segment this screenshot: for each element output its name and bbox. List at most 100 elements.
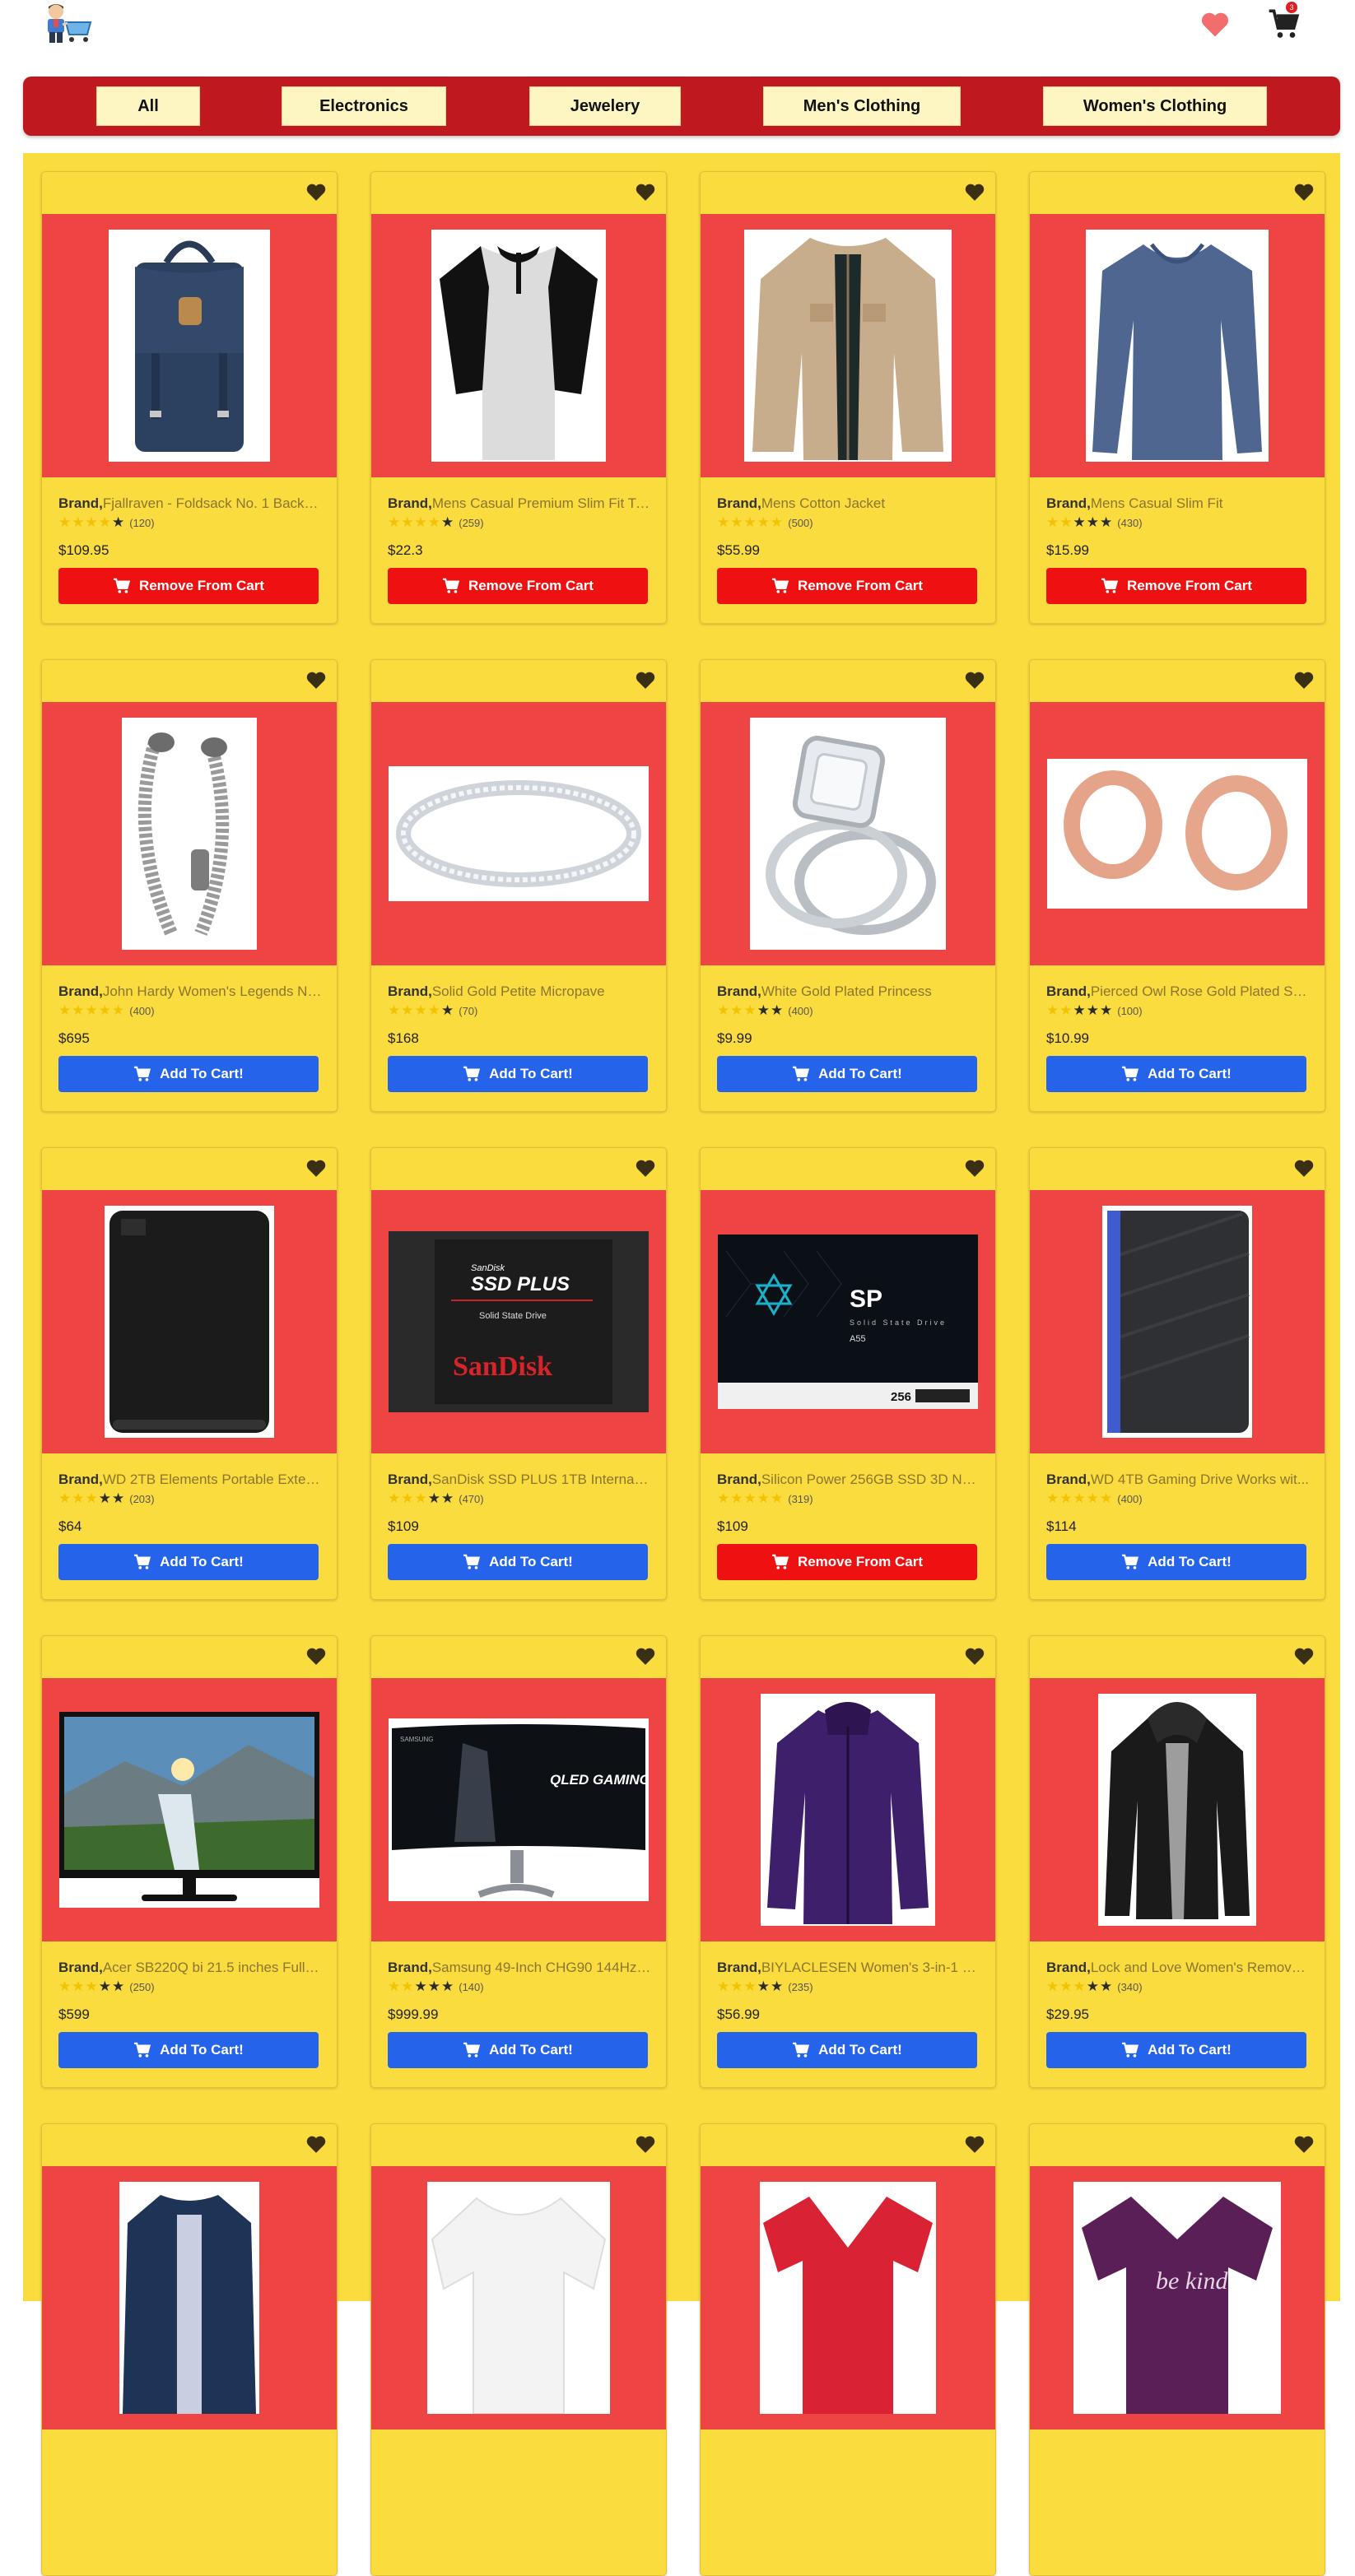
product-brand: Brand, bbox=[58, 495, 103, 511]
favorite-heart-icon[interactable] bbox=[305, 670, 327, 690]
store-logo[interactable] bbox=[41, 2, 95, 48]
purple-jacket-image[interactable] bbox=[761, 1694, 935, 1926]
product-title[interactable]: Brand,WD 2TB Elements Portable Extern... bbox=[58, 1472, 322, 1488]
blue-rain-jacket-image[interactable] bbox=[119, 2182, 259, 2414]
category-electronics-button[interactable]: Electronics bbox=[282, 86, 446, 126]
external-drive-image[interactable] bbox=[105, 1206, 274, 1438]
category-jewelery-button[interactable]: Jewelery bbox=[529, 86, 681, 126]
svg-text:SanDisk: SanDisk bbox=[471, 1263, 505, 1273]
backpack-image[interactable] bbox=[109, 230, 270, 462]
product-image-area: SAMSUNG QLED GAMING MONITOR bbox=[371, 1678, 666, 1941]
sandisk-ssd-image[interactable]: SanDisk SSD PLUS Solid State Drive SanDisk bbox=[389, 1231, 649, 1412]
cotton-jacket-image[interactable] bbox=[744, 230, 952, 462]
favorite-heart-icon[interactable] bbox=[1293, 1158, 1315, 1178]
star-icon: ★ bbox=[1100, 1490, 1113, 1506]
product-title[interactable]: Brand,WD 4TB Gaming Drive Works wit... bbox=[1046, 1472, 1310, 1488]
princess-ring-image[interactable] bbox=[750, 718, 946, 950]
product-title[interactable]: Brand,Pierced Owl Rose Gold Plated Stai.… bbox=[1046, 983, 1310, 1000]
add-to-cart-button[interactable]: Add To Cart! bbox=[1046, 1056, 1306, 1092]
favorite-heart-icon[interactable] bbox=[305, 1158, 327, 1178]
longsleeve-shirt-image[interactable] bbox=[1086, 230, 1269, 462]
add-to-cart-button[interactable]: Add To Cart! bbox=[1046, 2032, 1306, 2068]
category-mens-clothing-button[interactable]: Men's Clothing bbox=[763, 86, 961, 126]
rose-gold-plugs-image[interactable] bbox=[1047, 759, 1307, 909]
product-title[interactable]: Brand,Silicon Power 256GB SSD 3D NAN... bbox=[717, 1472, 980, 1488]
remove-from-cart-button[interactable]: Remove From Cart bbox=[1046, 568, 1306, 604]
product-title[interactable]: Brand,Mens Casual Slim Fit bbox=[1046, 495, 1310, 512]
white-top-image[interactable] bbox=[427, 2182, 610, 2414]
favorite-heart-icon[interactable] bbox=[1293, 2134, 1315, 2154]
cart-icon[interactable] bbox=[1267, 8, 1301, 41]
remove-from-cart-button[interactable]: Remove From Cart bbox=[717, 568, 977, 604]
product-title[interactable]: Brand,Mens Casual Premium Slim Fit T-S..… bbox=[388, 495, 651, 512]
favorite-heart-icon[interactable] bbox=[635, 1646, 656, 1666]
star-icon: ★ bbox=[1046, 1978, 1059, 1994]
add-to-cart-button[interactable]: Add To Cart! bbox=[1046, 1544, 1306, 1580]
product-title[interactable]: Brand,SanDisk SSD PLUS 1TB Internal SS..… bbox=[388, 1472, 651, 1488]
dragon-bracelet-image[interactable] bbox=[122, 718, 257, 950]
product-image-area bbox=[42, 214, 337, 477]
add-to-cart-button[interactable]: Add To Cart! bbox=[388, 1056, 648, 1092]
add-to-cart-button[interactable]: Add To Cart! bbox=[717, 1056, 977, 1092]
add-to-cart-button[interactable]: Add To Cart! bbox=[58, 2032, 319, 2068]
favorite-heart-icon[interactable] bbox=[964, 670, 985, 690]
product-title[interactable]: Brand,Fjallraven - Foldsack No. 1 Backpa… bbox=[58, 495, 322, 512]
add-to-cart-button[interactable]: Add To Cart! bbox=[717, 2032, 977, 2068]
button-label: Remove From Cart bbox=[138, 578, 265, 593]
product-title[interactable]: Brand,Acer SB220Q bi 21.5 inches Full H.… bbox=[58, 1960, 322, 1976]
raglan-tshirt-image[interactable] bbox=[431, 230, 606, 462]
acer-monitor-image[interactable] bbox=[59, 1712, 319, 1908]
category-womens-clothing-button[interactable]: Women's Clothing bbox=[1043, 86, 1267, 126]
add-to-cart-button[interactable]: Add To Cart! bbox=[58, 1056, 319, 1092]
red-vneck-image[interactable] bbox=[760, 2182, 936, 2414]
product-card: Brand,Pierced Owl Rose Gold Plated Stai.… bbox=[1029, 659, 1325, 1112]
product-title[interactable]: Brand,Lock and Love Women's Remova... bbox=[1046, 1960, 1310, 1976]
add-to-cart-button[interactable]: Add To Cart! bbox=[388, 2032, 648, 2068]
remove-from-cart-button[interactable]: Remove From Cart bbox=[388, 568, 648, 604]
favorite-heart-icon[interactable] bbox=[964, 1646, 985, 1666]
favorite-heart-icon[interactable] bbox=[635, 1158, 656, 1178]
product-rating: ★ ★ ★ ★ ★ (340) bbox=[1046, 1978, 1143, 1995]
product-title[interactable]: Brand,John Hardy Women's Legends Na... bbox=[58, 983, 322, 1000]
product-price: $109 bbox=[717, 1518, 748, 1534]
favorite-heart-icon[interactable] bbox=[964, 182, 985, 202]
purple-tee-image[interactable]: be kind bbox=[1073, 2182, 1281, 2414]
favorite-heart-icon[interactable] bbox=[964, 1158, 985, 1178]
product-title[interactable]: Brand,Mens Cotton Jacket bbox=[717, 495, 980, 512]
category-all-button[interactable]: All bbox=[96, 86, 200, 126]
favorite-heart-icon[interactable] bbox=[1293, 670, 1315, 690]
favorite-heart-icon[interactable] bbox=[1293, 182, 1315, 202]
favorite-heart-icon[interactable] bbox=[305, 2134, 327, 2154]
product-card: Brand,Acer SB220Q bi 21.5 inches Full H.… bbox=[41, 1635, 338, 2088]
star-icon: ★ bbox=[743, 514, 757, 530]
product-image-area bbox=[42, 2166, 337, 2430]
add-to-cart-button[interactable]: Add To Cart! bbox=[388, 1544, 648, 1580]
product-price: $55.99 bbox=[717, 542, 760, 558]
favorite-heart-icon[interactable] bbox=[635, 670, 656, 690]
product-title[interactable]: Brand,Samsung 49-Inch CHG90 144Hz ... bbox=[388, 1960, 651, 1976]
product-title[interactable]: Brand,BIYLACLESEN Women's 3-in-1 Sn... bbox=[717, 1960, 980, 1976]
favorite-heart-icon[interactable] bbox=[964, 2134, 985, 2154]
favorite-heart-icon[interactable] bbox=[305, 182, 327, 202]
gaming-drive-image[interactable] bbox=[1102, 1206, 1252, 1438]
remove-from-cart-button[interactable]: Remove From Cart bbox=[58, 568, 319, 604]
favorite-heart-icon[interactable] bbox=[1293, 1646, 1315, 1666]
gold-ring-image[interactable] bbox=[389, 766, 649, 901]
star-icon: ★ bbox=[427, 1002, 440, 1018]
product-brand: Brand, bbox=[1046, 1960, 1091, 1975]
product-image-area bbox=[1030, 702, 1325, 965]
product-title[interactable]: Brand,White Gold Plated Princess bbox=[717, 983, 980, 1000]
silicon-power-ssd-image[interactable]: SP Solid State Drive A55 256 bbox=[718, 1235, 978, 1409]
remove-from-cart-button[interactable]: Remove From Cart bbox=[717, 1544, 977, 1580]
favorite-heart-icon[interactable] bbox=[635, 2134, 656, 2154]
favorite-heart-icon[interactable] bbox=[305, 1646, 327, 1666]
product-rating: ★ ★ ★ ★ ★ (140) bbox=[388, 1978, 484, 1995]
leather-jacket-image[interactable] bbox=[1098, 1694, 1256, 1926]
product-title[interactable]: Brand,Solid Gold Petite Micropave bbox=[388, 983, 651, 1000]
wishlist-heart-icon[interactable] bbox=[1199, 10, 1231, 38]
favorite-heart-icon[interactable] bbox=[635, 182, 656, 202]
product-card: be kind bbox=[1029, 2123, 1325, 2576]
samsung-monitor-image[interactable]: SAMSUNG QLED GAMING MONITOR bbox=[389, 1718, 649, 1901]
star-icon: ★ bbox=[388, 514, 401, 530]
add-to-cart-button[interactable]: Add To Cart! bbox=[58, 1544, 319, 1580]
